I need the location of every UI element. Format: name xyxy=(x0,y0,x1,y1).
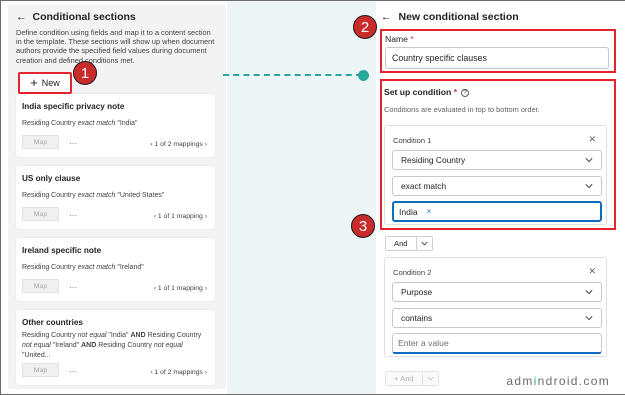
connector-dot xyxy=(358,70,369,81)
card-title: India specific privacy note xyxy=(22,102,125,111)
panel-title: Conditional sections xyxy=(32,11,136,23)
card-description: Residing Country exact match "United Sta… xyxy=(22,192,165,199)
add-and-button[interactable]: + And xyxy=(385,371,439,386)
arrow-left-icon[interactable]: ← xyxy=(381,11,392,23)
name-label: Name * xyxy=(385,34,414,44)
new-button-label: New xyxy=(41,78,60,88)
step-badge-1: 1 xyxy=(73,61,97,85)
more-options-icon[interactable]: ··· xyxy=(69,139,77,148)
panel-description: Define condition using fields and map it… xyxy=(16,28,215,65)
card-description: Residing Country not equal "India" AND R… xyxy=(22,332,202,359)
watermark-logo: admindroid.com xyxy=(506,374,610,388)
conditional-sections-panel: ← Conditional sections Define condition u… xyxy=(8,5,226,389)
and-or-toggle[interactable]: And xyxy=(385,236,433,251)
field-dropdown[interactable]: Residing Country xyxy=(392,150,602,170)
panel-header: ← New conditional section xyxy=(381,11,519,23)
more-options-icon[interactable]: ··· xyxy=(69,367,77,376)
condition-title: Condition 2 xyxy=(393,268,432,277)
info-icon[interactable]: ? xyxy=(461,89,470,97)
setup-condition-label: Set up condition *? xyxy=(384,87,470,97)
condition-card[interactable]: Other countries Residing Country not equ… xyxy=(16,310,215,385)
close-icon[interactable]: ✕ xyxy=(588,134,596,145)
map-button[interactable]: Map xyxy=(22,135,59,149)
new-condition-button[interactable]: + New xyxy=(18,72,72,94)
condition-card[interactable]: India specific privacy note Residing Cou… xyxy=(16,94,215,157)
operator-dropdown[interactable]: contains xyxy=(392,308,602,328)
operator-dropdown[interactable]: exact match xyxy=(392,176,602,196)
operator-value: contains xyxy=(401,313,433,323)
chevron-left-icon: ‹ xyxy=(150,141,153,148)
chevron-down-icon xyxy=(585,290,593,295)
card-title: Ireland specific note xyxy=(22,246,102,255)
field-dropdown[interactable]: Purpose xyxy=(392,282,602,302)
plus-icon: + xyxy=(30,75,38,90)
add-and-label: + And xyxy=(386,372,423,385)
mapping-pager[interactable]: ‹ 1 of 2 mappings › xyxy=(150,141,207,148)
value-tag: India xyxy=(399,206,418,217)
condition-title: Condition 1 xyxy=(393,136,432,145)
chevron-right-icon: › xyxy=(204,285,207,292)
field-value: Purpose xyxy=(401,287,433,297)
chevron-down-icon xyxy=(585,158,593,163)
chevron-down-icon xyxy=(585,184,593,189)
connector-line xyxy=(223,74,362,76)
close-icon[interactable]: ✕ xyxy=(588,266,596,277)
panel-title: New conditional section xyxy=(398,11,519,23)
chevron-left-icon: ‹ xyxy=(153,285,156,292)
card-description: Residing Country exact match "India" xyxy=(22,120,138,127)
card-description: Residing Country exact match "Ireland" xyxy=(22,264,144,271)
canvas-background xyxy=(227,1,376,394)
more-options-icon[interactable]: ··· xyxy=(69,211,77,220)
remove-tag-icon[interactable]: × xyxy=(427,207,432,216)
setup-subtitle: Conditions are evaluated in top to botto… xyxy=(384,105,540,114)
mapping-pager[interactable]: ‹ 1 of 2 mappings › xyxy=(150,369,207,376)
chevron-down-icon xyxy=(423,372,438,385)
map-button[interactable]: Map xyxy=(22,279,59,293)
name-input[interactable]: Country specific clauses xyxy=(385,47,609,69)
mapping-pager[interactable]: ‹ 1 of 1 mapping › xyxy=(154,213,207,220)
chevron-left-icon: ‹ xyxy=(150,369,153,376)
value-input[interactable]: India × xyxy=(392,201,602,222)
chevron-down-icon xyxy=(417,237,432,250)
condition-1-card: Condition 1 ✕ Residing Country exact mat… xyxy=(384,125,607,225)
chevron-down-icon xyxy=(585,316,593,321)
operator-value: exact match xyxy=(401,181,447,191)
chevron-right-icon: › xyxy=(204,141,207,148)
map-button[interactable]: Map xyxy=(22,363,59,377)
value-input[interactable]: Enter a value xyxy=(392,333,602,354)
and-label: And xyxy=(386,237,417,250)
condition-card[interactable]: US only clause Residing Country exact ma… xyxy=(16,166,215,229)
chevron-right-icon: › xyxy=(204,369,207,376)
condition-2-card: Condition 2 ✕ Purpose contains Enter a v… xyxy=(384,257,607,357)
chevron-left-icon: ‹ xyxy=(153,213,156,220)
new-conditional-section-panel: ← New conditional section Name * Country … xyxy=(377,1,625,394)
step-badge-2: 2 xyxy=(353,15,377,39)
step-badge-3: 3 xyxy=(351,214,375,238)
panel-header: ← Conditional sections xyxy=(16,11,136,23)
card-title: Other countries xyxy=(22,318,83,327)
mapping-pager[interactable]: ‹ 1 of 1 mapping › xyxy=(154,285,207,292)
map-button[interactable]: Map xyxy=(22,207,59,221)
card-title: US only clause xyxy=(22,174,81,183)
more-options-icon[interactable]: ··· xyxy=(69,283,77,292)
condition-card[interactable]: Ireland specific note Residing Country e… xyxy=(16,238,215,301)
chevron-right-icon: › xyxy=(204,213,207,220)
arrow-left-icon[interactable]: ← xyxy=(16,11,27,23)
field-value: Residing Country xyxy=(401,155,466,165)
